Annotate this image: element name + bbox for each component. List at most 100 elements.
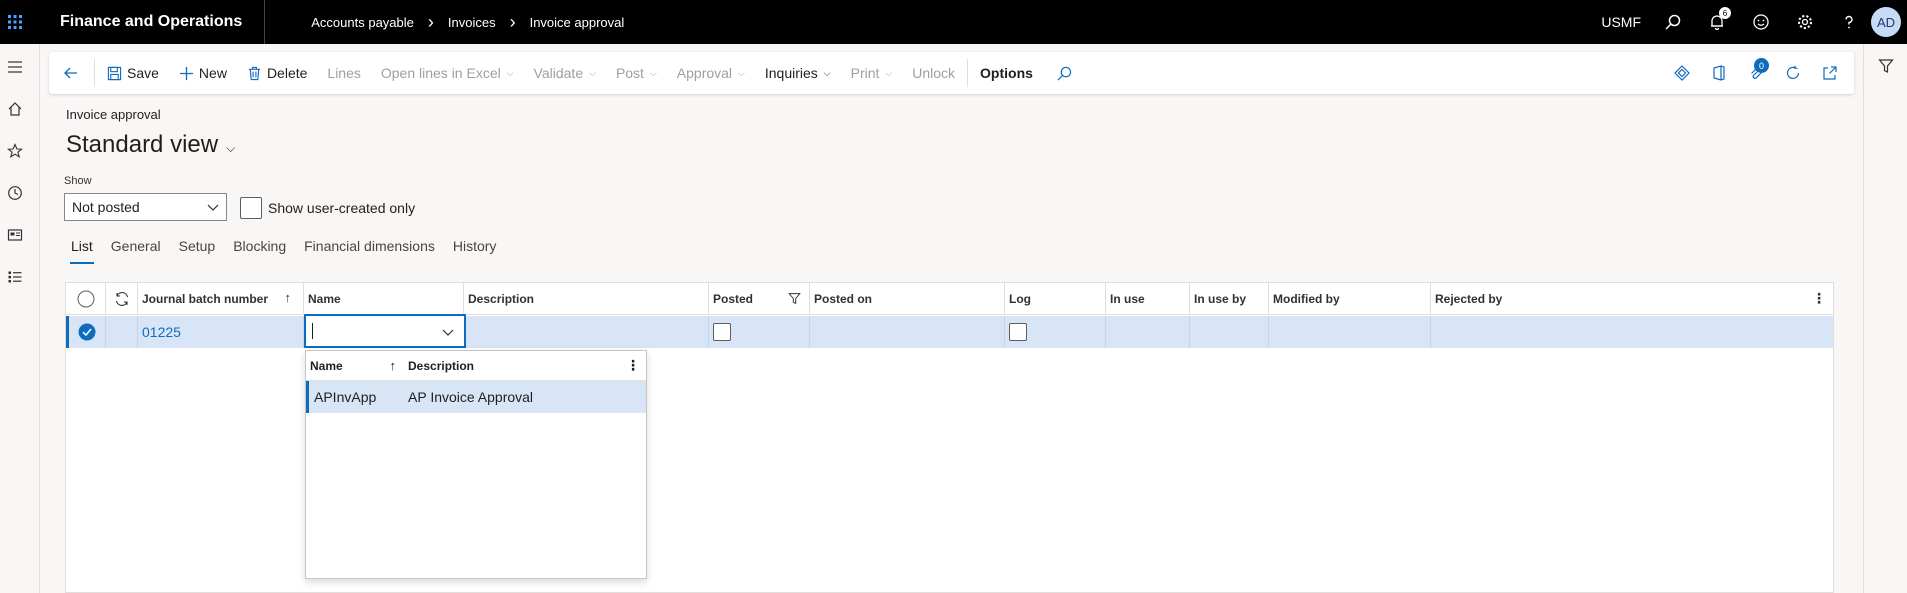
row-selected-check-icon[interactable] [69,316,106,348]
open-lines-in-excel-button[interactable]: Open lines in Excel ⌵ [371,52,524,94]
options-button[interactable]: Options [970,52,1043,94]
column-header-in-use[interactable]: In use [1106,283,1190,315]
filter-icon[interactable] [1864,46,1907,86]
posted-checkbox[interactable] [713,323,731,341]
approval-button[interactable]: Approval ⌵ [667,52,755,94]
lookup-header-row: Name ↑ Description ⋮ [306,351,646,381]
select-all-circle[interactable] [66,283,106,315]
breadcrumb-invoice-approval[interactable]: Invoice approval [520,15,635,30]
workspaces-icon[interactable] [0,214,30,256]
filter-icon [788,293,801,305]
top-right-toolbar: USMF 6 AD [1601,0,1907,44]
recent-clock-icon[interactable] [0,172,30,214]
column-header-posted-on[interactable]: Posted on [810,283,1005,315]
attachments-icon[interactable]: 0 [1737,52,1774,94]
lookup-column-header-description[interactable]: Description [408,359,474,373]
lines-button[interactable]: Lines [317,52,370,94]
new-button[interactable]: New [169,52,237,94]
home-icon[interactable] [0,88,30,130]
journal-batch-number-link[interactable]: 01225 [138,316,304,348]
divider [94,59,95,87]
in-use-cell [1106,316,1190,348]
tab-blocking[interactable]: Blocking [224,238,295,266]
tab-history[interactable]: History [444,238,506,266]
post-label: Post [615,65,644,81]
chevron-down-icon: ⌵ [738,67,745,78]
description-cell[interactable] [464,316,709,348]
user-avatar[interactable]: AD [1871,7,1901,37]
action-search-icon[interactable] [1043,52,1087,94]
new-label: New [198,65,227,81]
delete-button[interactable]: Delete [237,52,317,94]
delete-label: Delete [266,65,308,81]
lookup-column-header-name[interactable]: Name ↑ [306,357,408,373]
notifications-icon[interactable]: 6 [1695,0,1739,44]
rejected-by-cell [1431,316,1832,348]
help-icon[interactable] [1827,0,1871,44]
breadcrumb-accounts-payable[interactable]: Accounts payable [301,15,424,30]
lookup-list-item[interactable]: APInvApp AP Invoice Approval [306,381,646,413]
refresh-icon[interactable] [1774,52,1811,94]
validate-button[interactable]: Validate ⌵ [524,52,606,94]
more-options-icon[interactable]: ⋮ [626,357,640,374]
settings-gear-icon[interactable] [1783,0,1827,44]
sort-ascending-icon: ↑ [389,357,397,373]
action-pane: Save New Delete Lines Open lines in Exce… [49,52,1854,94]
column-header-name[interactable]: Name [304,283,464,315]
tab-general[interactable]: General [102,238,170,266]
validate-label: Validate [533,65,584,81]
chevron-down-icon: ⌵ [885,67,893,78]
view-selector[interactable]: Standard view ⌵ [66,131,235,159]
power-apps-icon[interactable] [1663,52,1700,94]
modules-list-icon[interactable] [0,256,30,298]
chevron-down-icon: ⌵ [226,140,236,155]
feedback-smiley-icon[interactable] [1739,0,1783,44]
tab-setup[interactable]: Setup [170,238,225,266]
office-icon[interactable] [1700,52,1737,94]
show-user-created-only-checkbox[interactable]: Show user-created only [240,197,415,219]
favorites-star-icon[interactable] [0,130,30,172]
chevron-down-icon: ⌵ [823,67,831,78]
tab-financial-dimensions[interactable]: Financial dimensions [295,238,444,266]
save-button[interactable]: Save [97,52,169,94]
column-header-journal-batch-number[interactable]: Journal batch number ↑ [138,283,304,315]
more-options-icon[interactable]: ⋮ [1812,290,1826,307]
inquiries-button[interactable]: Inquiries ⌵ [755,52,841,94]
post-button[interactable]: Post ⌵ [606,52,667,94]
search-icon[interactable] [1651,0,1695,44]
back-button[interactable] [49,52,92,94]
back-arrow-icon [64,67,77,79]
column-header-description[interactable]: Description [464,283,709,315]
open-in-new-window-icon[interactable] [1811,52,1848,94]
column-label: Posted [713,292,754,306]
save-icon [107,66,122,80]
sort-ascending-icon: ↑ [284,290,292,305]
checkbox-box[interactable] [240,197,262,219]
chevron-down-icon: ⌵ [506,67,514,78]
lookup-item-description: AP Invoice Approval [408,389,534,405]
unlock-button[interactable]: Unlock [902,52,965,94]
show-filter-dropdown[interactable]: Not posted [64,193,227,221]
hamburger-menu-icon[interactable] [0,46,30,88]
column-header-modified-by[interactable]: Modified by [1269,283,1431,315]
chevron-down-icon: ⌵ [649,67,657,78]
breadcrumb-invoices[interactable]: Invoices [438,15,506,30]
column-header-posted[interactable]: Posted [709,283,810,315]
name-lookup-input[interactable] [304,314,466,348]
action-pane-right-icons: 0 [1663,52,1848,94]
column-header-in-use-by[interactable]: In use by [1190,283,1269,315]
column-header-rejected-by[interactable]: Rejected by ⋮ [1431,283,1832,315]
log-checkbox[interactable] [1009,323,1027,341]
divider [967,59,969,87]
app-title[interactable]: Finance and Operations [30,0,266,44]
print-button[interactable]: Print ⌵ [841,52,903,94]
column-header-log[interactable]: Log [1005,283,1106,315]
chevron-right-icon: › [509,11,516,32]
breadcrumb: Accounts payable › Invoices › Invoice ap… [265,12,634,33]
tab-list[interactable]: List [62,238,102,266]
chevron-down-icon: ⌵ [589,67,596,78]
company-selector[interactable]: USMF [1601,14,1651,30]
refresh-column-icon[interactable] [106,283,138,315]
chevron-down-icon[interactable] [441,325,455,339]
app-launcher-icon[interactable] [0,0,30,44]
